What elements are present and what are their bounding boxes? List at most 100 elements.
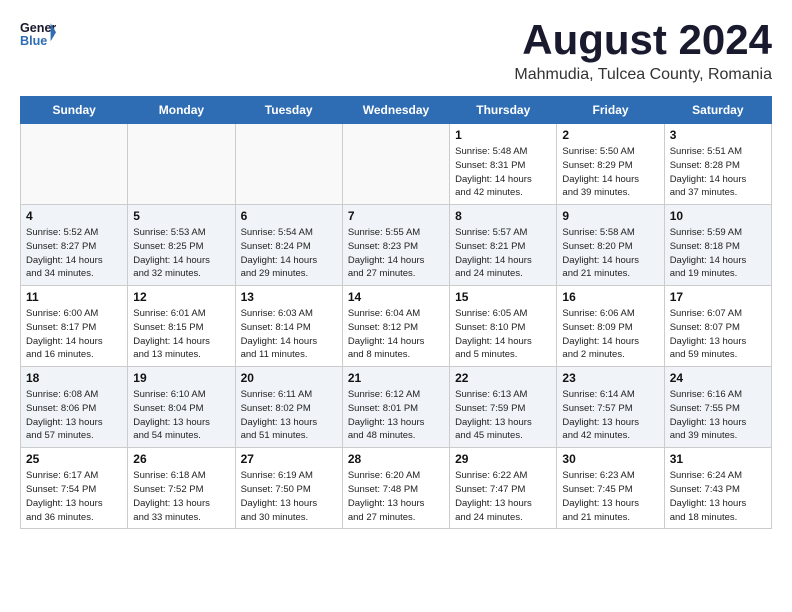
- table-row: 15 Sunrise: 6:05 AM Sunset: 8:10 PM Dayli…: [450, 286, 557, 367]
- day-number: 23: [562, 371, 658, 385]
- table-row: [21, 124, 128, 205]
- day-number: 8: [455, 209, 551, 223]
- day-number: 13: [241, 290, 337, 304]
- table-row: 17 Sunrise: 6:07 AM Sunset: 8:07 PM Dayli…: [664, 286, 771, 367]
- day-number: 6: [241, 209, 337, 223]
- day-number: 15: [455, 290, 551, 304]
- table-row: 3 Sunrise: 5:51 AM Sunset: 8:28 PM Daylig…: [664, 124, 771, 205]
- day-info: Sunrise: 6:07 AM Sunset: 8:07 PM Dayligh…: [670, 307, 766, 362]
- day-number: 27: [241, 452, 337, 466]
- table-row: 4 Sunrise: 5:52 AM Sunset: 8:27 PM Daylig…: [21, 205, 128, 286]
- table-row: 24 Sunrise: 6:16 AM Sunset: 7:55 PM Dayli…: [664, 367, 771, 448]
- day-number: 9: [562, 209, 658, 223]
- day-info: Sunrise: 5:51 AM Sunset: 8:28 PM Dayligh…: [670, 145, 766, 200]
- day-info: Sunrise: 6:22 AM Sunset: 7:47 PM Dayligh…: [455, 469, 551, 524]
- table-row: 31 Sunrise: 6:24 AM Sunset: 7:43 PM Dayli…: [664, 448, 771, 529]
- day-number: 30: [562, 452, 658, 466]
- day-info: Sunrise: 5:57 AM Sunset: 8:21 PM Dayligh…: [455, 226, 551, 281]
- calendar-week-row: 1 Sunrise: 5:48 AM Sunset: 8:31 PM Daylig…: [21, 124, 772, 205]
- table-row: [342, 124, 449, 205]
- day-info: Sunrise: 6:05 AM Sunset: 8:10 PM Dayligh…: [455, 307, 551, 362]
- logo-icon: General Blue: [20, 16, 56, 52]
- day-info: Sunrise: 6:17 AM Sunset: 7:54 PM Dayligh…: [26, 469, 122, 524]
- day-number: 10: [670, 209, 766, 223]
- day-number: 17: [670, 290, 766, 304]
- day-info: Sunrise: 5:52 AM Sunset: 8:27 PM Dayligh…: [26, 226, 122, 281]
- day-info: Sunrise: 6:24 AM Sunset: 7:43 PM Dayligh…: [670, 469, 766, 524]
- day-number: 7: [348, 209, 444, 223]
- table-row: 26 Sunrise: 6:18 AM Sunset: 7:52 PM Dayli…: [128, 448, 235, 529]
- header-saturday: Saturday: [664, 97, 771, 124]
- day-info: Sunrise: 5:55 AM Sunset: 8:23 PM Dayligh…: [348, 226, 444, 281]
- day-number: 11: [26, 290, 122, 304]
- day-number: 1: [455, 128, 551, 142]
- day-info: Sunrise: 6:16 AM Sunset: 7:55 PM Dayligh…: [670, 388, 766, 443]
- table-row: 23 Sunrise: 6:14 AM Sunset: 7:57 PM Dayli…: [557, 367, 664, 448]
- day-number: 31: [670, 452, 766, 466]
- logo: General Blue: [20, 16, 60, 52]
- table-row: 25 Sunrise: 6:17 AM Sunset: 7:54 PM Dayli…: [21, 448, 128, 529]
- table-row: 10 Sunrise: 5:59 AM Sunset: 8:18 PM Dayli…: [664, 205, 771, 286]
- day-info: Sunrise: 5:50 AM Sunset: 8:29 PM Dayligh…: [562, 145, 658, 200]
- day-number: 26: [133, 452, 229, 466]
- day-info: Sunrise: 5:53 AM Sunset: 8:25 PM Dayligh…: [133, 226, 229, 281]
- table-row: 18Sunrise: 6:08 AM Sunset: 8:06 PM Dayli…: [21, 367, 128, 448]
- header-sunday: Sunday: [21, 97, 128, 124]
- calendar-table: Sunday Monday Tuesday Wednesday Thursday…: [20, 96, 772, 529]
- table-row: 14Sunrise: 6:04 AM Sunset: 8:12 PM Dayli…: [342, 286, 449, 367]
- day-number: 25: [26, 452, 122, 466]
- day-number: 5: [133, 209, 229, 223]
- day-info: Sunrise: 6:08 AM Sunset: 8:06 PM Dayligh…: [26, 388, 122, 443]
- calendar-week-row: 25 Sunrise: 6:17 AM Sunset: 7:54 PM Dayli…: [21, 448, 772, 529]
- day-number: 2: [562, 128, 658, 142]
- table-row: 6 Sunrise: 5:54 AM Sunset: 8:24 PM Daylig…: [235, 205, 342, 286]
- table-row: 27Sunrise: 6:19 AM Sunset: 7:50 PM Dayli…: [235, 448, 342, 529]
- header-friday: Friday: [557, 97, 664, 124]
- table-row: [235, 124, 342, 205]
- header: General Blue August 2024 Mahmudia, Tulce…: [20, 16, 772, 84]
- table-row: 30 Sunrise: 6:23 AM Sunset: 7:45 PM Dayli…: [557, 448, 664, 529]
- day-info: Sunrise: 6:10 AM Sunset: 8:04 PM Dayligh…: [133, 388, 229, 443]
- day-info: Sunrise: 6:11 AM Sunset: 8:02 PM Dayligh…: [241, 388, 337, 443]
- table-row: 5 Sunrise: 5:53 AM Sunset: 8:25 PM Daylig…: [128, 205, 235, 286]
- table-row: 16 Sunrise: 6:06 AM Sunset: 8:09 PM Dayli…: [557, 286, 664, 367]
- table-row: 13 Sunrise: 6:03 AM Sunset: 8:14 PM Dayli…: [235, 286, 342, 367]
- day-number: 21: [348, 371, 444, 385]
- header-monday: Monday: [128, 97, 235, 124]
- day-info: Sunrise: 6:04 AM Sunset: 8:12 PM Dayligh…: [348, 307, 444, 362]
- day-info: Sunrise: 6:14 AM Sunset: 7:57 PM Dayligh…: [562, 388, 658, 443]
- table-row: 12 Sunrise: 6:01 AM Sunset: 8:15 PM Dayli…: [128, 286, 235, 367]
- table-row: 29Sunrise: 6:22 AM Sunset: 7:47 PM Dayli…: [450, 448, 557, 529]
- day-info: Sunrise: 6:03 AM Sunset: 8:14 PM Dayligh…: [241, 307, 337, 362]
- table-row: 22 Sunrise: 6:13 AM Sunset: 7:59 PM Dayli…: [450, 367, 557, 448]
- table-row: 11 Sunrise: 6:00 AM Sunset: 8:17 PM Dayli…: [21, 286, 128, 367]
- day-info: Sunrise: 6:23 AM Sunset: 7:45 PM Dayligh…: [562, 469, 658, 524]
- day-info: Sunrise: 6:12 AM Sunset: 8:01 PM Dayligh…: [348, 388, 444, 443]
- day-info: Sunrise: 6:06 AM Sunset: 8:09 PM Dayligh…: [562, 307, 658, 362]
- table-row: 1 Sunrise: 5:48 AM Sunset: 8:31 PM Daylig…: [450, 124, 557, 205]
- table-row: 8 Sunrise: 5:57 AM Sunset: 8:21 PM Daylig…: [450, 205, 557, 286]
- month-title: August 2024: [514, 16, 772, 64]
- day-number: 24: [670, 371, 766, 385]
- table-row: [128, 124, 235, 205]
- day-info: Sunrise: 6:20 AM Sunset: 7:48 PM Dayligh…: [348, 469, 444, 524]
- day-number: 20: [241, 371, 337, 385]
- svg-text:Blue: Blue: [20, 34, 47, 48]
- header-thursday: Thursday: [450, 97, 557, 124]
- day-number: 3: [670, 128, 766, 142]
- day-number: 28: [348, 452, 444, 466]
- table-row: 7 Sunrise: 5:55 AM Sunset: 8:23 PM Daylig…: [342, 205, 449, 286]
- day-info: Sunrise: 5:54 AM Sunset: 8:24 PM Dayligh…: [241, 226, 337, 281]
- table-row: 20 Sunrise: 6:11 AM Sunset: 8:02 PM Dayli…: [235, 367, 342, 448]
- day-info: Sunrise: 6:13 AM Sunset: 7:59 PM Dayligh…: [455, 388, 551, 443]
- day-info: Sunrise: 6:01 AM Sunset: 8:15 PM Dayligh…: [133, 307, 229, 362]
- day-info: Sunrise: 5:59 AM Sunset: 8:18 PM Dayligh…: [670, 226, 766, 281]
- day-number: 12: [133, 290, 229, 304]
- day-info: Sunrise: 6:18 AM Sunset: 7:52 PM Dayligh…: [133, 469, 229, 524]
- day-number: 22: [455, 371, 551, 385]
- day-number: 16: [562, 290, 658, 304]
- day-number: 4: [26, 209, 122, 223]
- day-info: Sunrise: 6:00 AM Sunset: 8:17 PM Dayligh…: [26, 307, 122, 362]
- day-info: Sunrise: 5:48 AM Sunset: 8:31 PM Dayligh…: [455, 145, 551, 200]
- header-tuesday: Tuesday: [235, 97, 342, 124]
